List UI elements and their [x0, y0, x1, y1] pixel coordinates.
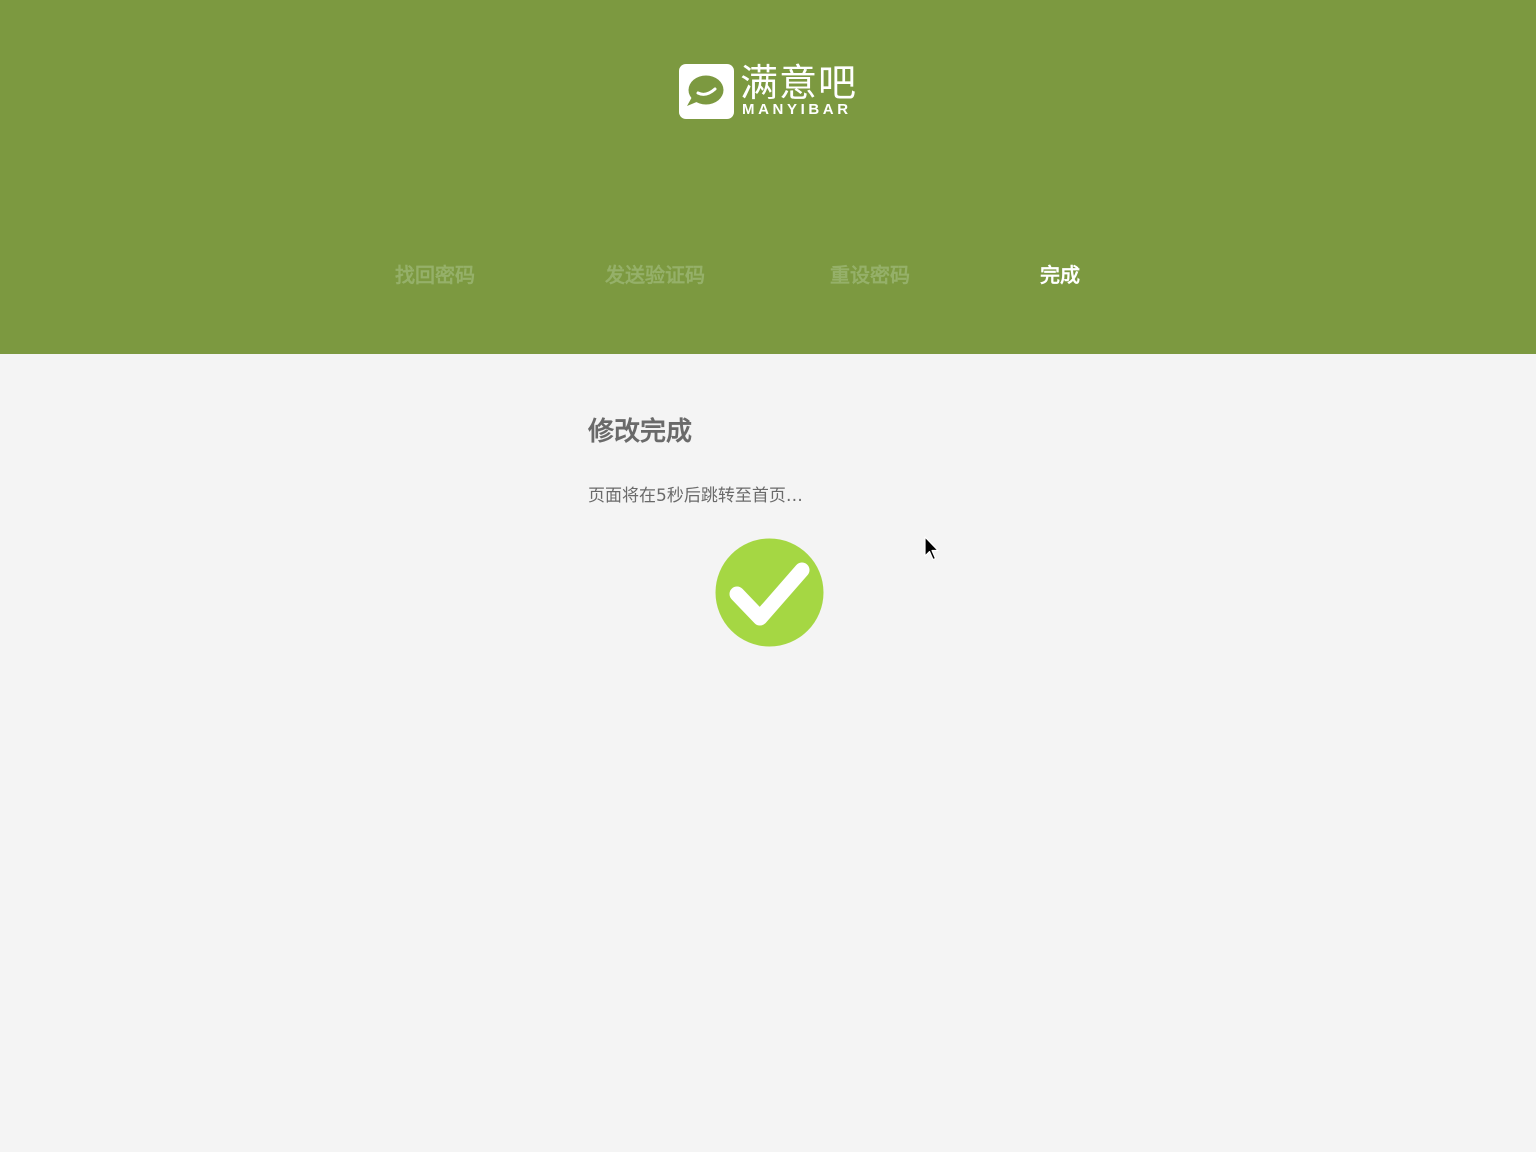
site-logo[interactable]: 满意吧 MANYIBAR: [679, 61, 861, 120]
checkmark-circle-icon: [715, 538, 824, 647]
logo-name-en: MANYIBAR: [742, 101, 852, 118]
step-complete: 完成: [1040, 263, 1080, 287]
step-reset-password: 重设密码: [830, 263, 910, 287]
header-banner: 满意吧 MANYIBAR 找回密码 发送验证码 重设密码 完成: [0, 0, 1536, 354]
redirect-message: 页面将在5秒后跳转至首页…: [588, 486, 803, 506]
progress-steps: 找回密码 发送验证码 重设密码 完成: [0, 260, 1536, 290]
page-title: 修改完成: [588, 417, 693, 447]
result-panel: 修改完成 页面将在5秒后跳转至首页…: [588, 410, 1088, 508]
logo-name-cn: 满意吧: [740, 61, 858, 105]
mouse-pointer-icon: [924, 536, 940, 562]
step-send-code: 发送验证码: [605, 263, 705, 287]
step-find-password: 找回密码: [395, 263, 475, 287]
chat-bubble-smile-icon: [679, 64, 734, 119]
